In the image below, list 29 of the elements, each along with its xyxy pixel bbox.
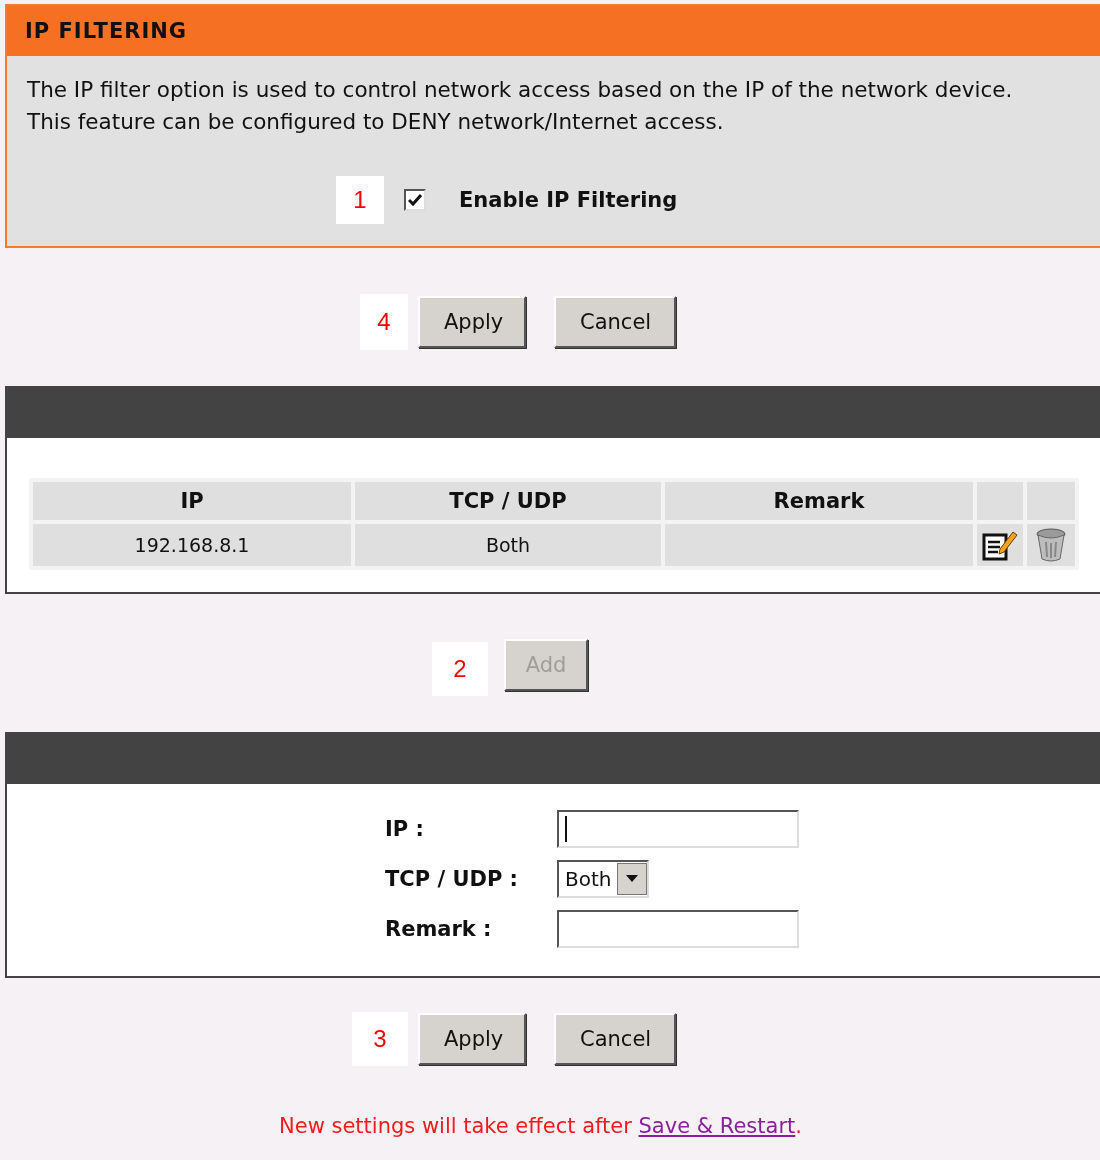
field-label: TCP / UDP : xyxy=(385,867,519,891)
checkbox-label: Enable IP Filtering xyxy=(459,188,678,212)
step-number: 3 xyxy=(352,1012,408,1066)
apply-button[interactable]: Apply xyxy=(418,296,526,348)
column-header: IP xyxy=(33,482,351,520)
input-field[interactable] xyxy=(557,810,799,848)
apply-button[interactable]: Apply xyxy=(418,1013,526,1065)
cancel-button[interactable]: Cancel xyxy=(554,1013,676,1065)
step-number: 4 xyxy=(360,294,408,350)
section-title: IP FILTERING xyxy=(7,6,1100,56)
edit-icon[interactable] xyxy=(982,529,1018,561)
column-header: Remark xyxy=(665,482,973,520)
checkbox[interactable] xyxy=(404,189,426,211)
input-field[interactable] xyxy=(557,910,799,948)
check-icon xyxy=(408,194,422,206)
field-label: Remark : xyxy=(385,917,493,941)
save-restart-link[interactable]: Save & Restart xyxy=(638,1114,796,1138)
protocol-dropdown[interactable]: Both xyxy=(557,860,649,898)
description-text: The IP filter option is used to control network access based on the IP of the network device. xyxy=(27,76,1014,104)
cancel-button[interactable]: Cancel xyxy=(554,296,676,348)
notice-text: New settings will take effect after Save & Restart. xyxy=(278,1113,803,1138)
table-cell: Both xyxy=(355,524,661,566)
table-cell: 192.168.8.1 xyxy=(33,524,351,566)
step-number: 1 xyxy=(336,176,384,224)
step-number: 2 xyxy=(432,642,488,696)
field-label: IP : xyxy=(385,817,425,841)
trash-icon[interactable] xyxy=(1035,528,1067,562)
column-header: TCP / UDP xyxy=(355,482,661,520)
description-text: This feature can be configured to DENY network/Internet access. xyxy=(27,108,725,136)
